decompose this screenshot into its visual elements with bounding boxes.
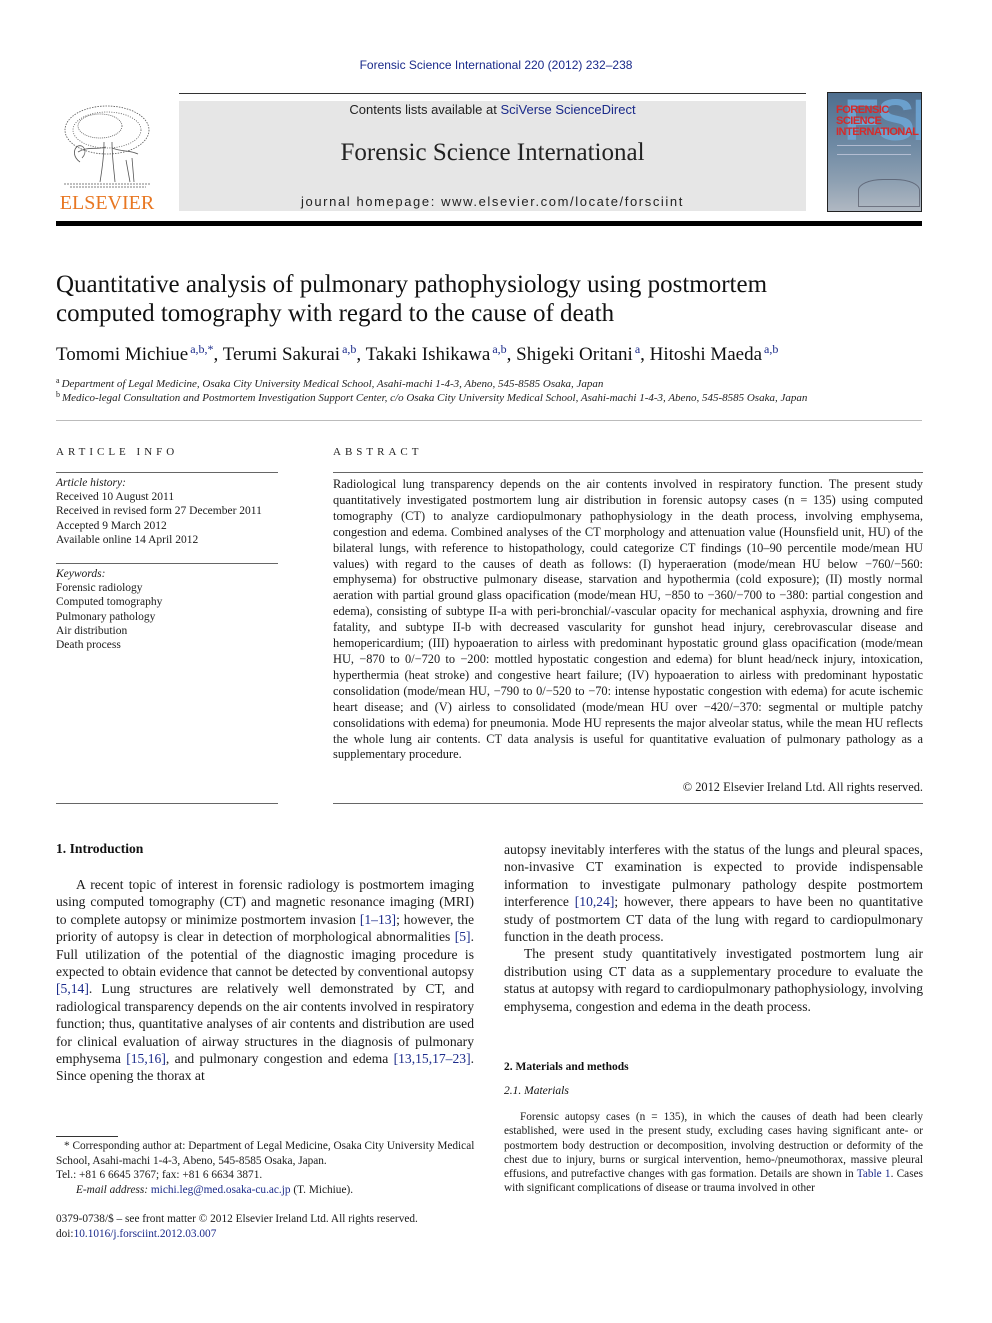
affiliation-text: Medico-legal Consultation and Postmortem…	[62, 392, 808, 404]
article-info-rule	[56, 472, 278, 473]
affiliation-mark: a	[56, 376, 60, 385]
author-affiliation-link[interactable]: a,b	[342, 342, 356, 356]
elsevier-logo[interactable]: ELSEVIER	[56, 100, 158, 215]
introduction-paragraph-2: The present study quantitatively investi…	[504, 946, 923, 1014]
cover-subtitle-lines	[837, 145, 911, 155]
history-item: Accepted 9 March 2012	[56, 519, 167, 532]
header-top-rule	[179, 93, 806, 94]
header-thick-rule	[56, 221, 922, 226]
author-separator: ,	[356, 344, 366, 365]
table-reference-link[interactable]: Table 1	[857, 1168, 891, 1180]
email-suffix: (T. Michiue).	[290, 1183, 354, 1196]
article-title-line: Quantitative analysis of pulmonary patho…	[56, 271, 768, 298]
elsevier-tree-icon	[64, 105, 150, 188]
citation-link[interactable]: [10,24]	[575, 894, 615, 909]
doi-line: doi:10.1016/j.forsciint.2012.03.007	[56, 1227, 476, 1242]
sciencedirect-link[interactable]: SciVerse ScienceDirect	[500, 102, 635, 117]
history-item: Received in revised form 27 December 201…	[56, 505, 262, 518]
keyword-item: Death process	[56, 639, 121, 652]
elsevier-wordmark: ELSEVIER	[59, 192, 155, 214]
email-label: E-mail address:	[76, 1183, 151, 1196]
author-name: Shigeki Oritani	[516, 344, 633, 365]
keyword-item: Computed tomography	[56, 596, 163, 609]
author-name: Terumi Sakurai	[222, 344, 341, 365]
author-affiliation-link[interactable]: a,b	[492, 342, 506, 356]
cover-title-line: INTERNATIONAL	[836, 126, 919, 138]
journal-title: Forensic Science International	[340, 139, 645, 166]
keyword-item: Pulmonary pathology	[56, 610, 156, 623]
article-info-label: ARTICLE INFO	[56, 446, 179, 458]
keywords-rule	[56, 563, 278, 564]
introduction-paragraph: A recent topic of interest in forensic r…	[56, 876, 474, 1085]
author-list: Tomomi Michiue a,b,*, Terumi Sakurai a,b, …	[56, 342, 926, 366]
tel-fax: Tel.: +81 6 6645 3767; fax: +81 6 6634 3…	[56, 1169, 263, 1182]
abstract-copyright: © 2012 Elsevier Ireland Ltd. All rights …	[682, 780, 923, 794]
contents-prefix: Contents lists available at	[349, 102, 501, 117]
issn-line: 0379-0738/$ – see front matter © 2012 El…	[56, 1213, 418, 1225]
article-title-line: computed tomography with regard to the c…	[56, 300, 615, 327]
doi-link[interactable]: 10.1016/j.forsciint.2012.03.007	[74, 1228, 217, 1240]
article-info-bottom-rule	[56, 803, 278, 804]
keywords-heading: Keywords:	[56, 568, 106, 580]
subsection-heading-materials: 2.1. Materials	[504, 1085, 569, 1097]
contents-available-line: Contents lists available at SciVerse Sci…	[179, 102, 806, 117]
materials-paragraph: Forensic autopsy cases (n = 135), in whi…	[504, 1110, 923, 1196]
abstract-bottom-rule	[333, 803, 923, 804]
article-history-heading: Article history:	[56, 477, 126, 489]
affiliation-divider	[56, 420, 922, 421]
author-separator: ,	[213, 344, 223, 365]
abstract-label: ABSTRACT	[333, 446, 423, 458]
doi-prefix: doi:	[56, 1227, 74, 1240]
citation-link[interactable]: [5,14]	[56, 981, 89, 996]
affiliation-b: b Medico-legal Consultation and Postmorte…	[56, 390, 926, 404]
abstract-text: Radiological lung transparency depends o…	[333, 477, 923, 762]
author-name: Tomomi Michiue	[56, 344, 189, 365]
article-title: Quantitative analysis of pulmonary patho…	[56, 270, 926, 328]
abstract-rule	[333, 472, 923, 473]
journal-banner: Contents lists available at SciVerse Sci…	[179, 101, 806, 211]
keywords: Keywords: Forensic radiology Computed to…	[56, 567, 278, 652]
corresponding-author-text: * Corresponding author at: Department of…	[56, 1140, 475, 1167]
history-item: Received 10 August 2011	[56, 491, 175, 504]
corresponding-author-footnote: * Corresponding author at: Department of…	[56, 1139, 476, 1197]
footnote-rule	[56, 1136, 118, 1137]
affiliation-a: a Department of Legal Medicine, Osaka Cit…	[56, 376, 926, 390]
section-heading-methods: 2. Materials and methods	[504, 1061, 629, 1073]
section-heading-introduction: 1. Introduction	[56, 841, 144, 856]
email-line: E-mail address: michi.leg@med.osaka-cu.a…	[56, 1183, 476, 1198]
journal-homepage[interactable]: journal homepage: www.elsevier.com/locat…	[179, 194, 806, 209]
journal-citation-link[interactable]: Forensic Science International 220 (2012…	[0, 58, 992, 72]
body-text: , and pulmonary congestion and edema	[165, 1051, 394, 1067]
cover-illustration	[858, 179, 920, 207]
affiliation-text: Department of Legal Medicine, Osaka City…	[61, 378, 604, 390]
author-affiliation-link[interactable]: a,b	[764, 342, 778, 356]
cover-title: FORENSIC SCIENCE INTERNATIONAL	[836, 105, 919, 138]
author-affiliation-link[interactable]: a,b,*	[190, 342, 213, 356]
citation-link[interactable]: [13,15,17–23]	[394, 1051, 471, 1066]
affiliation-mark: b	[56, 390, 60, 399]
citation-link[interactable]: [1–13]	[360, 912, 396, 927]
email-link[interactable]: michi.leg@med.osaka-cu.ac.jp	[151, 1184, 291, 1196]
history-item: Available online 14 April 2012	[56, 533, 199, 546]
citation-link[interactable]: [5]	[455, 929, 471, 944]
author-separator: ,	[640, 344, 650, 365]
author-separator: ,	[506, 344, 517, 365]
author-name: Hitoshi Maeda	[649, 344, 763, 365]
keyword-item: Forensic radiology	[56, 582, 143, 595]
introduction-continued: autopsy inevitably interferes with the s…	[504, 841, 923, 1015]
journal-cover-image[interactable]: FSI FORENSIC SCIENCE INTERNATIONAL	[827, 92, 922, 212]
author-name: Takaki Ishikawa	[365, 344, 491, 365]
article-history: Article history: Received 10 August 2011…	[56, 476, 278, 547]
keyword-item: Air distribution	[56, 624, 128, 637]
citation-link[interactable]: [15,16]	[126, 1051, 166, 1066]
front-matter: 0379-0738/$ – see front matter © 2012 El…	[56, 1212, 476, 1241]
